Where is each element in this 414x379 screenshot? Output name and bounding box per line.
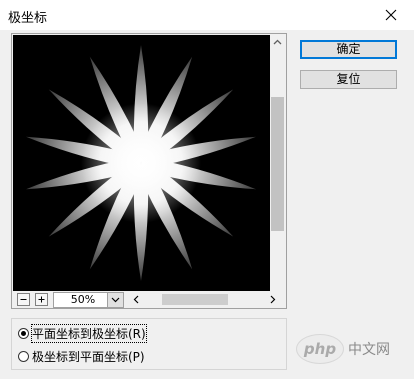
zoom-out-button[interactable] bbox=[17, 293, 30, 306]
rectangular-to-polar-label[interactable]: 平面坐标到极坐标(R) bbox=[31, 324, 147, 343]
minus-icon bbox=[20, 299, 27, 300]
scroll-right-arrow[interactable] bbox=[266, 292, 280, 307]
php-logo: php bbox=[296, 334, 344, 364]
watermark-text: 中文网 bbox=[348, 342, 390, 358]
polar-coordinates-dialog: 极坐标 50% 确定 复位 平面坐标到极坐标(R) 极坐标到平面坐标(P) ph… bbox=[0, 0, 414, 379]
chevron-up-icon bbox=[273, 39, 282, 45]
chevron-down-icon bbox=[111, 297, 120, 303]
preview-image[interactable] bbox=[13, 35, 270, 291]
polar-to-rectangular-option[interactable]: 极坐标到平面坐标(P) bbox=[18, 348, 145, 365]
scroll-left-arrow[interactable] bbox=[129, 292, 143, 307]
rectangular-to-polar-option[interactable]: 平面坐标到极坐标(R) bbox=[18, 324, 147, 343]
scroll-up-arrow[interactable] bbox=[270, 35, 285, 50]
polar-starburst-image bbox=[25, 45, 257, 281]
zoom-level-field[interactable]: 50% bbox=[53, 292, 113, 308]
zoom-dropdown-button[interactable] bbox=[107, 292, 124, 308]
site-watermark: php 中文网 bbox=[296, 334, 412, 364]
zoom-in-button[interactable] bbox=[35, 293, 48, 306]
preview-toolbar: 50% bbox=[13, 291, 285, 308]
plus-icon bbox=[38, 296, 45, 303]
title-bar: 极坐标 bbox=[0, 0, 414, 30]
close-button[interactable] bbox=[368, 0, 414, 30]
preview-panel: 50% bbox=[11, 33, 287, 309]
ok-button[interactable]: 确定 bbox=[300, 40, 397, 59]
dialog-title: 极坐标 bbox=[8, 11, 48, 26]
radio-button-unchecked[interactable] bbox=[18, 351, 29, 362]
reset-button[interactable]: 复位 bbox=[300, 70, 397, 89]
close-icon bbox=[385, 9, 397, 21]
horizontal-scroll-thumb[interactable] bbox=[162, 294, 228, 305]
chevron-left-icon bbox=[133, 295, 139, 304]
polar-to-rectangular-label[interactable]: 极坐标到平面坐标(P) bbox=[32, 348, 145, 365]
chevron-right-icon bbox=[270, 295, 276, 304]
radio-button-checked[interactable] bbox=[18, 328, 29, 339]
conversion-options-group: 平面坐标到极坐标(R) 极坐标到平面坐标(P) bbox=[11, 318, 287, 370]
vertical-scrollbar[interactable] bbox=[270, 35, 285, 291]
vertical-scroll-thumb[interactable] bbox=[271, 97, 284, 231]
